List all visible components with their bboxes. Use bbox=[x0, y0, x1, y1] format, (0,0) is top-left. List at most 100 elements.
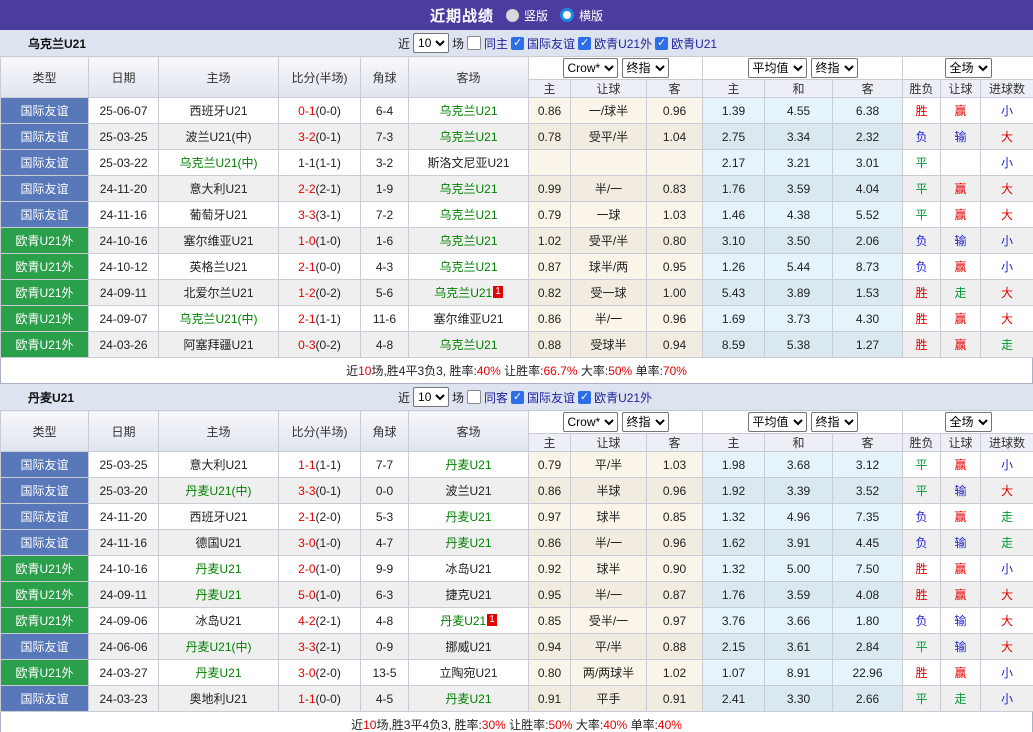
average-odds: 1.27 bbox=[831, 331, 904, 358]
handicap-odds: 平手 bbox=[570, 685, 647, 712]
handicap-odds: 1.00 bbox=[646, 279, 703, 306]
league-filter-checked-checkbox-icon[interactable]: ✓ bbox=[578, 36, 592, 50]
match-count-select[interactable]: 10 bbox=[413, 33, 450, 53]
handicap-odds: 平/半 bbox=[570, 633, 647, 660]
result: 负 bbox=[902, 529, 942, 556]
match-type-badge: 欧青U21外 bbox=[0, 555, 89, 582]
goals-result: 小 bbox=[980, 227, 1033, 254]
match-date: 24-06-06 bbox=[88, 633, 159, 660]
avg-source-select[interactable]: 终指 bbox=[810, 412, 858, 432]
average-odds: 3.39 bbox=[764, 477, 833, 504]
goals-result: 大 bbox=[980, 581, 1033, 608]
match-count-select[interactable]: 10 bbox=[413, 387, 450, 407]
match-row: 国际友谊 24-11-16 葡萄牙U21 3-3(3-1) 7-2 乌克兰U21 0.79 一… bbox=[0, 201, 1033, 228]
sub-column-header: 胜负 bbox=[902, 433, 942, 452]
league-filter-checked-checkbox-icon[interactable]: ✓ bbox=[511, 390, 525, 404]
layout-radio-unselected-icon[interactable] bbox=[505, 8, 519, 22]
average-odds: 5.38 bbox=[764, 331, 833, 358]
result: 平 bbox=[902, 685, 942, 712]
corners: 7-2 bbox=[360, 201, 409, 228]
filter-bar: 乌克兰U21 近 10 场 同主 ✓ 国际友谊 ✓ 欧青U21外 ✓ 欧青U21 bbox=[0, 30, 1033, 56]
avg-source-header-cell: 平均值 终指 bbox=[701, 410, 904, 434]
away-team: 塞尔维亚U21 bbox=[408, 305, 529, 332]
same-venue-label[interactable]: 同主 bbox=[484, 35, 508, 52]
average-odds: 1.53 bbox=[831, 279, 904, 306]
column-header: 日期 bbox=[88, 56, 159, 98]
team-name: 丹麦U21 bbox=[28, 390, 75, 405]
odds-source-select[interactable]: Crow* bbox=[562, 412, 618, 432]
average-odds: 1.62 bbox=[702, 529, 765, 556]
average-odds: 4.96 bbox=[764, 503, 833, 530]
home-team: 乌克兰U21(中) bbox=[158, 149, 279, 176]
league-filter-label[interactable]: 国际友谊 bbox=[527, 389, 575, 406]
score: 2-1(2-0) bbox=[278, 503, 361, 530]
handicap-odds: 受平/半 bbox=[570, 123, 647, 150]
average-odds: 1.76 bbox=[702, 581, 765, 608]
layout-radio-label[interactable]: 横版 bbox=[579, 7, 603, 24]
result: 胜 bbox=[902, 305, 942, 332]
avg-source-select[interactable]: 终指 bbox=[810, 58, 858, 78]
league-filter-label[interactable]: 国际友谊 bbox=[527, 35, 575, 52]
same-venue-unchecked-checkbox-icon[interactable] bbox=[467, 390, 482, 404]
average-odds: 7.50 bbox=[831, 555, 904, 582]
league-filter-label[interactable]: 欧青U21外 bbox=[594, 389, 652, 406]
odds-source-select[interactable]: 终指 bbox=[621, 412, 669, 432]
avg-source-select[interactable]: 平均值 bbox=[747, 412, 807, 432]
handicap-odds: 0.97 bbox=[646, 607, 703, 634]
handicap-odds: 1.04 bbox=[646, 123, 703, 150]
handicap-odds: 0.92 bbox=[528, 555, 571, 582]
average-odds: 4.38 bbox=[764, 201, 833, 228]
away-team: 丹麦U21 bbox=[408, 451, 529, 478]
match-date: 24-11-20 bbox=[88, 175, 159, 202]
average-odds: 4.30 bbox=[831, 305, 904, 332]
match-type-badge: 欧青U21外 bbox=[0, 253, 89, 280]
same-venue-unchecked-checkbox-icon[interactable] bbox=[467, 36, 482, 50]
avg-source-header-cell: 平均值 终指 bbox=[701, 56, 904, 80]
result: 胜 bbox=[902, 97, 942, 124]
odds-source-select[interactable]: 终指 bbox=[621, 58, 669, 78]
home-team: 意大利U21 bbox=[158, 451, 279, 478]
score: 3-2(0-1) bbox=[278, 123, 361, 150]
average-odds: 22.96 bbox=[831, 659, 904, 686]
layout-radio-selected-icon[interactable] bbox=[560, 8, 574, 22]
average-odds: 3.68 bbox=[764, 451, 833, 478]
match-date: 25-03-20 bbox=[88, 477, 159, 504]
away-team: 乌克兰U21 bbox=[408, 97, 529, 124]
league-filter-label[interactable]: 欧青U21外 bbox=[594, 35, 652, 52]
handicap-result: 输 bbox=[940, 477, 982, 504]
same-venue-label[interactable]: 同客 bbox=[484, 389, 508, 406]
layout-radio-label[interactable]: 竖版 bbox=[524, 7, 548, 24]
league-filter-label[interactable]: 欧青U21 bbox=[671, 35, 717, 52]
corners: 0-0 bbox=[360, 477, 409, 504]
score: 0-1(0-0) bbox=[278, 97, 361, 124]
handicap-result: 赢 bbox=[940, 555, 982, 582]
league-filter-checked-checkbox-icon[interactable]: ✓ bbox=[511, 36, 525, 50]
corners: 7-7 bbox=[360, 451, 409, 478]
home-team: 意大利U21 bbox=[158, 175, 279, 202]
odds-source-header-cell: Crow* 终指 bbox=[528, 410, 703, 434]
match-date: 24-11-16 bbox=[88, 529, 159, 556]
match-row: 欧青U21外 24-09-06 冰岛U21 4-2(2-1) 4-8 丹麦U21 1 0.85… bbox=[0, 607, 1033, 634]
average-odds: 3.76 bbox=[702, 607, 765, 634]
odds-source-select[interactable]: Crow* bbox=[562, 58, 618, 78]
score: 3-3(3-1) bbox=[278, 201, 361, 228]
away-team: 波兰U21 bbox=[408, 477, 529, 504]
scope-select[interactable]: 全场 bbox=[944, 412, 992, 432]
league-filter-checked-checkbox-icon[interactable]: ✓ bbox=[578, 390, 592, 404]
score: 2-2(2-1) bbox=[278, 175, 361, 202]
handicap-odds: 受平/半 bbox=[570, 227, 647, 254]
league-filter-checked-checkbox-icon[interactable]: ✓ bbox=[655, 36, 669, 50]
away-team: 捷克U21 bbox=[408, 581, 529, 608]
average-odds: 5.43 bbox=[702, 279, 765, 306]
scope-select[interactable]: 全场 bbox=[944, 58, 992, 78]
avg-source-select[interactable]: 平均值 bbox=[747, 58, 807, 78]
handicap-result: 赢 bbox=[940, 201, 982, 228]
away-team: 丹麦U21 bbox=[408, 529, 529, 556]
match-date: 24-03-23 bbox=[88, 685, 159, 712]
sub-column-header: 让球 bbox=[940, 433, 982, 452]
handicap-odds: 0.99 bbox=[528, 175, 571, 202]
column-header: 比分(半场) bbox=[278, 410, 361, 452]
home-team: 冰岛U21 bbox=[158, 607, 279, 634]
match-type-badge: 国际友谊 bbox=[0, 685, 89, 712]
average-odds: 3.66 bbox=[764, 607, 833, 634]
